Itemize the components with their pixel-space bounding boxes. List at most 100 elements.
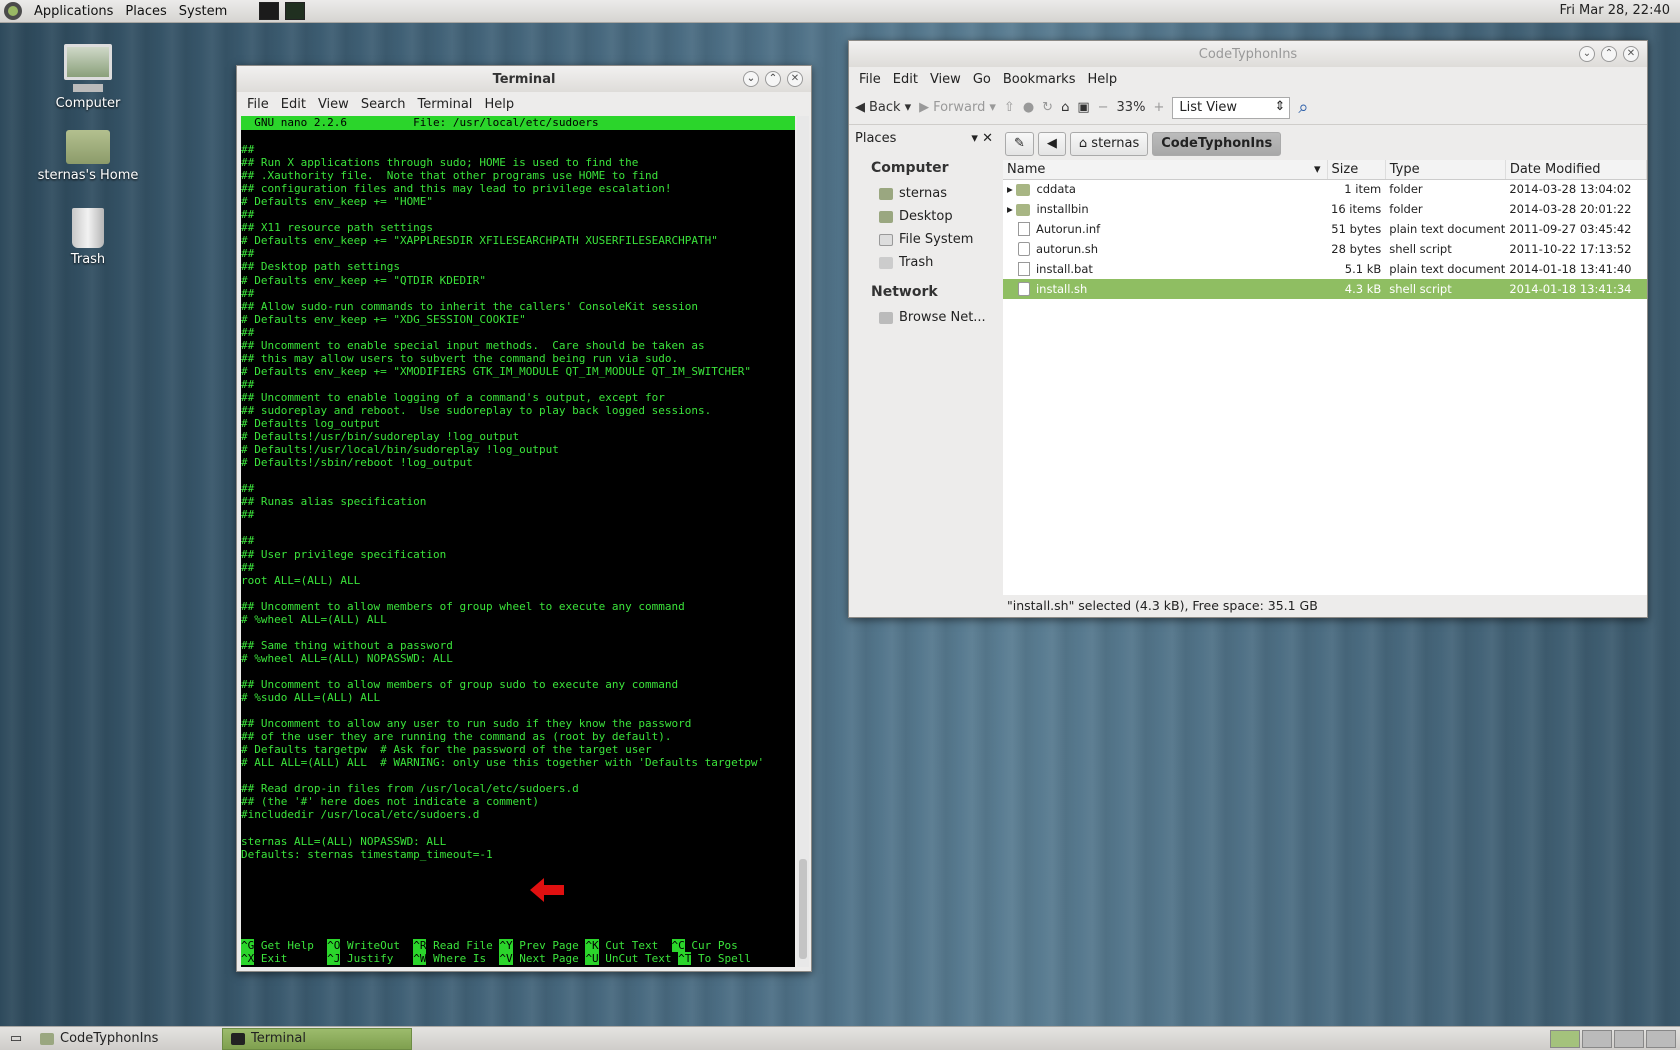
file-manager-titlebar[interactable]: CodeTyphonIns ⌄ ⌃ ✕ — [849, 41, 1647, 67]
file-name-cell[interactable]: Autorun.inf — [1003, 219, 1327, 239]
close-icon[interactable]: ✕ — [982, 131, 993, 146]
zoom-in-icon[interactable]: + — [1153, 100, 1164, 115]
column-name[interactable]: Name ▾ — [1003, 160, 1328, 180]
minimize-button[interactable]: ⌄ — [743, 71, 759, 87]
workspace-4[interactable] — [1646, 1030, 1676, 1048]
sidebar-item-filesystem[interactable]: File System — [849, 228, 1001, 251]
terminal-launcher-icon[interactable] — [259, 2, 280, 20]
sidebar-title[interactable]: Places — [855, 131, 896, 146]
file-name-cell[interactable]: ▸ installbin — [1003, 199, 1327, 219]
menu-help[interactable]: Help — [1081, 72, 1123, 87]
menu-view[interactable]: View — [924, 72, 967, 87]
column-date-modified[interactable]: Date Modified — [1505, 160, 1648, 180]
file-row[interactable]: Autorun.inf 51 bytes plain text document 20… — [1003, 219, 1647, 239]
menu-file[interactable]: File — [241, 97, 275, 112]
expander-icon[interactable]: ▸ — [1007, 182, 1016, 196]
sidebar-item-desktop[interactable]: Desktop — [849, 205, 1001, 228]
file-row[interactable]: autorun.sh 28 bytes shell script 2011-10-22… — [1003, 239, 1647, 259]
system-menu[interactable]: System — [173, 4, 233, 19]
chevron-down-icon[interactable]: ▾ — [971, 131, 978, 146]
terminal-scrollbar[interactable] — [797, 116, 809, 967]
shortcut-key: ^C — [671, 939, 685, 952]
file-row[interactable]: ▸ cddata 1 item folder 2014-03-28 13:04:02 — [1003, 179, 1647, 199]
desktop-icon-computer[interactable]: Computer — [28, 44, 148, 111]
taskbar-item-file-manager[interactable]: CodeTyphonIns — [32, 1028, 222, 1050]
expander-icon[interactable] — [1007, 242, 1018, 256]
up-icon[interactable]: ⇧ — [1004, 100, 1015, 115]
forward-button[interactable]: ▶ Forward ▾ — [919, 100, 996, 115]
workspace-2[interactable] — [1582, 1030, 1612, 1048]
maximize-button[interactable]: ⌃ — [765, 71, 781, 87]
sidebar-item-browse-network[interactable]: Browse Net... — [849, 306, 1001, 329]
terminal-line: ## User privilege specification — [241, 547, 447, 561]
home-folder-icon: ⌂ — [1078, 136, 1092, 151]
shortcut-label: Get Help — [254, 939, 328, 952]
file-row[interactable]: install.bat 5.1 kB plain text document 2014… — [1003, 259, 1647, 279]
sidebar-item-trash[interactable]: Trash — [849, 251, 1001, 274]
column-size[interactable]: Size — [1327, 160, 1386, 180]
text-document-icon — [1017, 222, 1030, 237]
close-button[interactable]: ✕ — [1623, 46, 1639, 62]
path-back-arrow-icon[interactable]: ◀ — [1037, 132, 1066, 156]
taskbar-item-terminal[interactable]: Terminal — [222, 1027, 412, 1050]
system-monitor-launcher-icon[interactable] — [285, 2, 306, 20]
expander-icon[interactable] — [1007, 222, 1018, 236]
file-name-cell[interactable]: install.bat — [1003, 259, 1327, 279]
menu-edit[interactable]: Edit — [275, 97, 312, 112]
nano-editor-text[interactable]: ## ## Run X applications through sudo; HO… — [241, 130, 795, 861]
menu-go[interactable]: Go — [967, 72, 997, 87]
shortcut-key: ^T — [678, 952, 692, 965]
search-icon[interactable]: ⌕ — [1298, 97, 1308, 118]
file-row[interactable]: ▸ installbin 16 items folder 2014-03-28 20:… — [1003, 199, 1647, 219]
menu-help[interactable]: Help — [478, 97, 520, 112]
edit-location-button[interactable]: ✎ — [1005, 132, 1034, 156]
menu-bookmarks[interactable]: Bookmarks — [997, 72, 1082, 87]
workspace-3[interactable] — [1614, 1030, 1644, 1048]
terminal-titlebar[interactable]: Terminal ⌄ ⌃ ✕ — [237, 66, 811, 92]
applications-menu[interactable]: Applications — [28, 4, 119, 19]
expander-icon[interactable] — [1007, 282, 1018, 296]
panel-clock[interactable]: Fri Mar 28, 22:40 — [1559, 3, 1670, 18]
expander-icon[interactable] — [1007, 262, 1018, 276]
desktop-icon-home[interactable]: sternas's Home — [28, 130, 148, 183]
breadcrumb-sternas[interactable]: ⌂ sternas — [1069, 132, 1149, 156]
minimize-button[interactable]: ⌄ — [1579, 46, 1595, 62]
maximize-button[interactable]: ⌃ — [1601, 46, 1617, 62]
workspace-switcher — [1550, 1030, 1676, 1048]
view-mode-select[interactable]: List View ⇕ — [1172, 96, 1291, 119]
home-icon[interactable]: ⌂ — [1061, 100, 1069, 115]
scrollbar-thumb[interactable] — [799, 859, 807, 959]
column-type[interactable]: Type — [1385, 160, 1506, 180]
reload-icon[interactable]: ↻ — [1042, 100, 1053, 115]
computer-icon[interactable]: ▣ — [1077, 100, 1089, 115]
show-desktop-icon[interactable]: ▭ — [6, 1031, 26, 1046]
file-size: 16 items — [1331, 202, 1382, 216]
menu-file[interactable]: File — [853, 72, 887, 87]
close-button[interactable]: ✕ — [787, 71, 803, 87]
file-name-cell[interactable]: install.sh — [1003, 279, 1327, 299]
menu-search[interactable]: Search — [355, 97, 412, 112]
stop-icon[interactable]: ● — [1023, 100, 1034, 115]
terminal-screen[interactable]: GNU nano 2.2.6 File: /usr/local/etc/sudo… — [241, 116, 795, 967]
breadcrumb-codetyphonins[interactable]: CodeTyphonIns — [1152, 132, 1282, 156]
desktop-icon-trash[interactable]: Trash — [28, 208, 148, 267]
expander-icon[interactable]: ▸ — [1007, 202, 1016, 216]
menu-edit[interactable]: Edit — [887, 72, 924, 87]
file-row[interactable]: install.sh 4.3 kB shell script 2014-01-18 1… — [1003, 279, 1647, 299]
nano-shortcut-bar: ^G Get Help ^O WriteOut ^R Read File ^Y … — [241, 939, 758, 965]
file-name-cell[interactable]: autorun.sh — [1003, 239, 1327, 259]
terminal-line: ## Desktop path settings — [241, 260, 400, 274]
distro-logo-icon[interactable] — [4, 2, 22, 20]
sidebar-item-sternas[interactable]: sternas — [849, 182, 1001, 205]
menu-view[interactable]: View — [312, 97, 355, 112]
menu-terminal[interactable]: Terminal — [411, 97, 478, 112]
terminal-window: Terminal ⌄ ⌃ ✕ File Edit View Search Ter… — [236, 65, 812, 972]
file-name-cell[interactable]: ▸ cddata — [1003, 179, 1327, 199]
places-menu[interactable]: Places — [119, 4, 172, 19]
zoom-out-icon[interactable]: − — [1098, 100, 1109, 115]
workspace-1[interactable] — [1550, 1030, 1580, 1048]
back-button[interactable]: ◀ Back ▾ — [855, 100, 911, 115]
chevron-down-icon[interactable]: ▾ — [905, 100, 912, 115]
chevron-down-icon[interactable]: ▾ — [989, 100, 996, 115]
